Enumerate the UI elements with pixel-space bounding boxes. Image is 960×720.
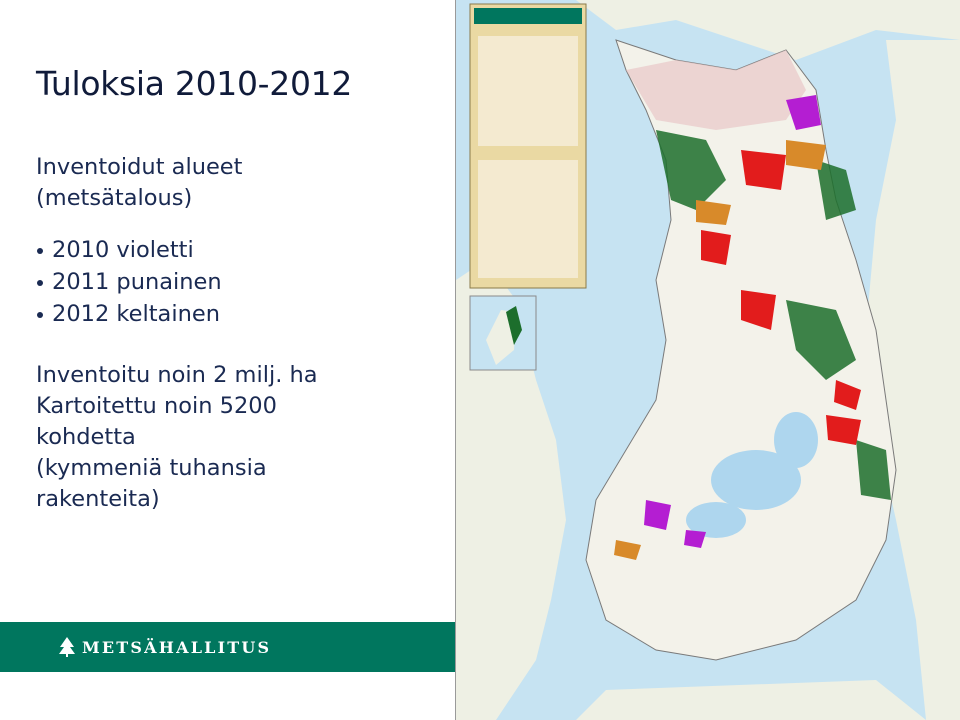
stats-line-4: (kymmeniä tuhansia — [36, 455, 267, 481]
stats-line-3: kohdetta — [36, 424, 136, 450]
logo-tree-icon — [59, 637, 75, 657]
bullet-2010: 2010 violetti — [36, 234, 446, 266]
inventory-heading: Inventoidut alueet (metsätalous) — [36, 152, 446, 214]
footer-bar: METSÄHALLITUS — [0, 622, 455, 672]
stats-line-5: rakenteita) — [36, 486, 160, 512]
inventory-heading-line1: Inventoidut alueet — [36, 154, 243, 180]
inventory-map — [456, 0, 960, 720]
stats-block: Inventoitu noin 2 milj. ha Kartoitettu n… — [36, 360, 446, 515]
bullet-2012: 2012 keltainen — [36, 298, 446, 330]
bullet-2011: 2011 punainen — [36, 266, 446, 298]
year-color-list: 2010 violetti 2011 punainen 2012 keltain… — [36, 234, 446, 330]
slide-title: Tuloksia 2010-2012 — [36, 64, 353, 103]
stats-line-1: Inventoitu noin 2 milj. ha — [36, 362, 318, 388]
metsahallitus-logo: METSÄHALLITUS — [58, 636, 271, 658]
content-area: Inventoidut alueet (metsätalous) 2010 vi… — [36, 152, 446, 515]
finland-map-image — [455, 0, 960, 720]
logo-text: METSÄHALLITUS — [82, 637, 272, 657]
inventory-heading-line2: (metsätalous) — [36, 185, 193, 211]
stats-line-2: Kartoitettu noin 5200 — [36, 393, 277, 419]
